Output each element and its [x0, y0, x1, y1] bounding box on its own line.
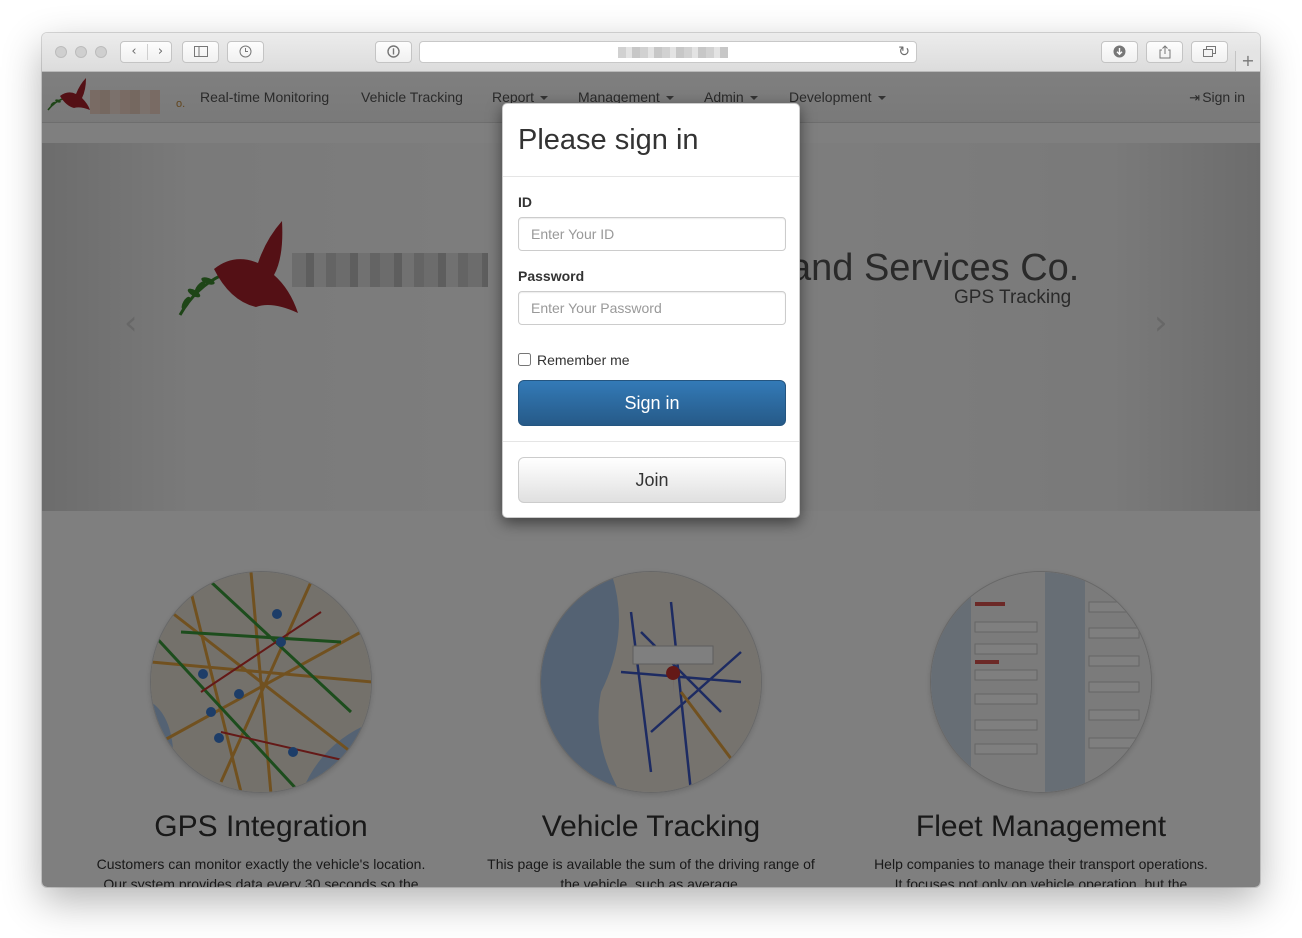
web-page: o. Real-time Monitoring Vehicle Tracking…	[42, 72, 1260, 887]
remember-me[interactable]: Remember me	[518, 352, 630, 368]
download-icon	[1113, 45, 1126, 58]
tabs-icon	[1203, 46, 1216, 57]
forward-button[interactable]: ›	[148, 42, 173, 62]
share-icon	[1159, 45, 1170, 59]
join-button[interactable]: Join	[518, 457, 786, 503]
browser-window: ‹ › ↻ + Please sign in ID Enter Your ID …	[42, 33, 1260, 887]
remember-me-checkbox[interactable]	[518, 353, 531, 366]
back-button[interactable]: ‹	[121, 42, 147, 62]
share-button[interactable]	[1146, 41, 1183, 63]
modal-footer-divider	[503, 441, 799, 442]
reader-button[interactable]	[375, 41, 412, 63]
new-tab-button[interactable]: +	[1235, 51, 1260, 71]
reload-icon[interactable]: ↻	[898, 42, 910, 62]
clock-icon	[239, 45, 252, 58]
sidebar-icon	[193, 46, 208, 57]
minimize-window-button[interactable]	[75, 46, 87, 58]
id-input[interactable]	[518, 217, 786, 251]
browser-toolbar: ‹ › ↻ +	[42, 33, 1260, 72]
sidebar-toggle-button[interactable]	[182, 41, 219, 63]
remember-me-label: Remember me	[537, 352, 630, 368]
back-forward-group: ‹ ›	[120, 41, 172, 63]
password-input[interactable]	[518, 291, 786, 325]
info-icon	[387, 45, 400, 58]
password-label: Password	[518, 268, 585, 284]
signin-modal: Please sign in ID Password Remember me S…	[502, 103, 800, 518]
tabs-overview-button[interactable]	[1191, 41, 1228, 63]
address-bar[interactable]: ↻	[419, 41, 917, 63]
url-blurred	[618, 47, 728, 58]
modal-header-divider	[503, 176, 799, 177]
zoom-window-button[interactable]	[95, 46, 107, 58]
signin-button[interactable]: Sign in	[518, 380, 786, 426]
id-label: ID	[518, 194, 532, 210]
modal-title: Please sign in	[518, 124, 699, 156]
history-button[interactable]	[227, 41, 264, 63]
close-window-button[interactable]	[55, 46, 67, 58]
downloads-button[interactable]	[1101, 41, 1138, 63]
